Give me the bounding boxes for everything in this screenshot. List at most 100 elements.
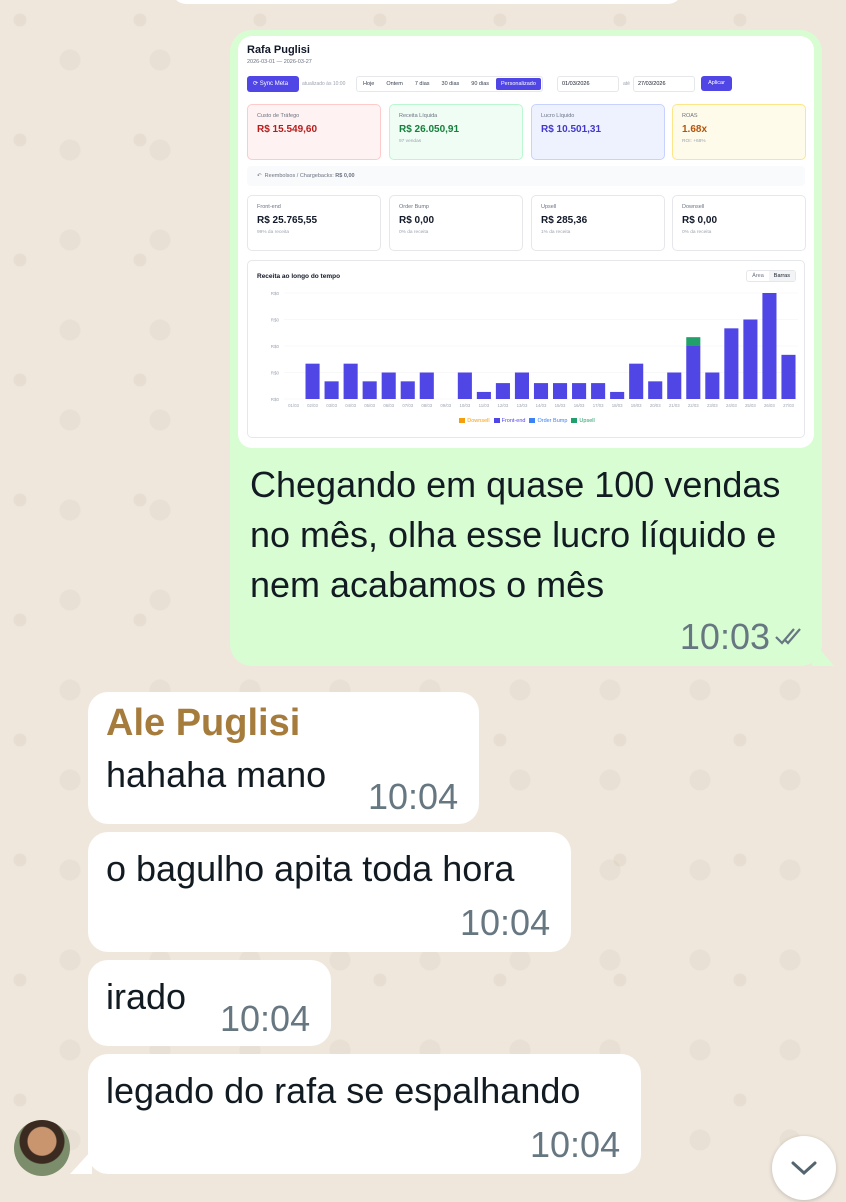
legend-label: Upsell xyxy=(579,418,595,424)
product-value: R$ 0,00 xyxy=(399,215,435,226)
incoming-message[interactable]: o bagulho apita toda hora 10:04 xyxy=(88,832,571,952)
toggle-area[interactable]: Área xyxy=(747,271,769,281)
y-tick-label: R$0 xyxy=(271,344,280,349)
x-tick-label: 27/03 xyxy=(783,403,794,408)
x-tick-label: 01/03 xyxy=(288,403,299,408)
bar-front-end xyxy=(457,372,472,399)
metric-value: R$ 26.050,91 xyxy=(399,124,460,135)
refunds-bar: ↶ Reembolsos / Chargebacks: R$ 0,00 xyxy=(247,166,805,186)
filter-30-dias[interactable]: 30 dias xyxy=(437,78,465,90)
sender-name[interactable]: Ale Puglisi xyxy=(106,702,300,745)
scroll-to-bottom-button[interactable] xyxy=(772,1136,836,1200)
x-tick-label: 02/03 xyxy=(307,403,318,408)
metric-label: ROAS xyxy=(682,113,698,119)
legend-item[interactable]: Front-end xyxy=(493,418,526,424)
metric-label: Lucro Líquido xyxy=(541,113,575,119)
bar-front-end xyxy=(419,372,434,399)
chevron-down-icon xyxy=(791,1161,817,1176)
message-time: 10:04 xyxy=(220,998,311,1039)
x-tick-label: 07/03 xyxy=(402,403,413,408)
filter-ontem[interactable]: Ontem xyxy=(381,78,408,90)
outgoing-message[interactable]: Rafa Puglisi 2026-03-01 — 2026-03-27 ⟳ S… xyxy=(230,30,822,666)
bar-front-end xyxy=(362,381,377,399)
legend-label: Order Bump xyxy=(537,418,568,424)
date-until-label: até xyxy=(623,81,630,87)
metric-note: ROI: +68% xyxy=(682,139,706,144)
previous-message-edge xyxy=(172,0,682,4)
bar-front-end xyxy=(629,363,644,399)
product-card: Downsell R$ 0,00 0% da receita xyxy=(672,195,806,251)
product-note: 0% da receita xyxy=(399,230,429,235)
x-tick-label: 13/03 xyxy=(517,403,528,408)
bar-front-end xyxy=(610,391,625,399)
message-text: legado do rafa se espalhando xyxy=(106,1070,581,1111)
outgoing-message-time: 10:03 xyxy=(679,616,770,657)
x-tick-label: 25/03 xyxy=(745,403,756,408)
metric-card: Lucro Líquido R$ 10.501,31 xyxy=(531,104,665,160)
y-tick-label: R$0 xyxy=(271,371,280,376)
x-tick-label: 03/03 xyxy=(326,403,337,408)
legend-swatch xyxy=(493,418,500,424)
message-time: 10:04 xyxy=(530,1124,621,1165)
message-text: o bagulho apita toda hora xyxy=(106,848,515,889)
sync-meta-button[interactable]: ⟳ Sync Meta xyxy=(247,76,299,92)
product-card: Front-end R$ 25.765,55 99% da receita xyxy=(247,195,381,251)
x-tick-label: 15/03 xyxy=(555,403,566,408)
dashboard-screenshot[interactable]: Rafa Puglisi 2026-03-01 — 2026-03-27 ⟳ S… xyxy=(238,36,814,448)
bar-front-end xyxy=(552,383,568,399)
x-tick-label: 24/03 xyxy=(726,403,737,408)
product-note: 0% da receita xyxy=(682,230,712,235)
product-value: R$ 285,36 xyxy=(541,215,588,226)
x-tick-label: 12/03 xyxy=(498,403,509,408)
legend-label: Downsell xyxy=(467,418,490,424)
refunds-icon: ↶ xyxy=(257,173,262,179)
legend-label: Front-end xyxy=(501,418,526,424)
filter-hoje[interactable]: Hoje xyxy=(358,78,379,90)
x-tick-label: 20/03 xyxy=(650,403,661,408)
bar-front-end xyxy=(476,391,491,399)
x-tick-label: 11/03 xyxy=(479,403,490,408)
date-to-input[interactable]: 27/03/2026 xyxy=(633,76,695,92)
outgoing-bubble-tail xyxy=(812,640,834,666)
product-card: Order Bump R$ 0,00 0% da receita xyxy=(389,195,523,251)
avatar[interactable] xyxy=(14,1120,70,1176)
metric-card: Receita Líquida R$ 26.050,91 97 vendas xyxy=(389,104,523,160)
chart-title: Receita ao longo do tempo xyxy=(257,273,341,280)
filter-7-dias[interactable]: 7 dias xyxy=(410,78,435,90)
apply-button[interactable]: Aplicar xyxy=(701,76,732,91)
x-tick-label: 10/03 xyxy=(459,403,470,408)
metric-value: 1.68x xyxy=(682,124,708,135)
outgoing-message-text: Chegando em quase 100 vendas no mês, olh… xyxy=(250,464,781,605)
toggle-barras[interactable]: Barras xyxy=(768,271,795,281)
incoming-message[interactable]: legado do rafa se espalhando 10:04 xyxy=(88,1054,641,1174)
x-tick-label: 22/03 xyxy=(688,403,699,408)
legend-item[interactable]: Upsell xyxy=(571,418,595,424)
legend-item[interactable]: Order Bump xyxy=(529,418,567,424)
x-tick-label: 16/03 xyxy=(574,403,585,408)
bar-front-end xyxy=(495,383,510,399)
y-tick-label: R$0 xyxy=(271,318,280,323)
x-tick-label: 08/03 xyxy=(421,403,432,408)
metric-card: ROAS 1.68x ROI: +68% xyxy=(672,104,806,160)
legend-item[interactable]: Downsell xyxy=(459,418,490,424)
bar-front-end xyxy=(724,328,739,399)
product-value: R$ 25.765,55 xyxy=(257,215,318,226)
filter-personalizado[interactable]: Personalizado xyxy=(496,78,541,90)
metric-label: Receita Líquida xyxy=(399,113,438,119)
product-note: 99% da receita xyxy=(257,230,289,235)
legend-swatch xyxy=(459,418,466,424)
refunds-label: Reembolsos / Chargebacks: xyxy=(264,173,334,179)
message-text: hahaha mano xyxy=(106,754,327,795)
updated-label: atualizado às 10:00 xyxy=(302,81,346,87)
incoming-message[interactable]: irado 10:04 xyxy=(88,960,331,1046)
refunds-value: R$ 0,00 xyxy=(335,173,355,179)
bar-front-end xyxy=(305,363,320,399)
revenue-bar-chart: R$0 R$0 R$0 R$0 R$0 01/03 02/03 03/03 04/03 05/03… xyxy=(271,291,798,408)
filter-90-dias[interactable]: 90 dias xyxy=(466,78,494,90)
incoming-message[interactable]: Ale Puglisi hahaha mano 10:04 xyxy=(88,692,479,824)
date-from-input[interactable]: 01/03/2026 xyxy=(557,76,619,92)
chart-type-toggle: Área Barras xyxy=(746,270,796,282)
bar-front-end xyxy=(572,383,587,399)
bar-front-end xyxy=(400,381,415,399)
product-label: Front-end xyxy=(257,204,281,210)
